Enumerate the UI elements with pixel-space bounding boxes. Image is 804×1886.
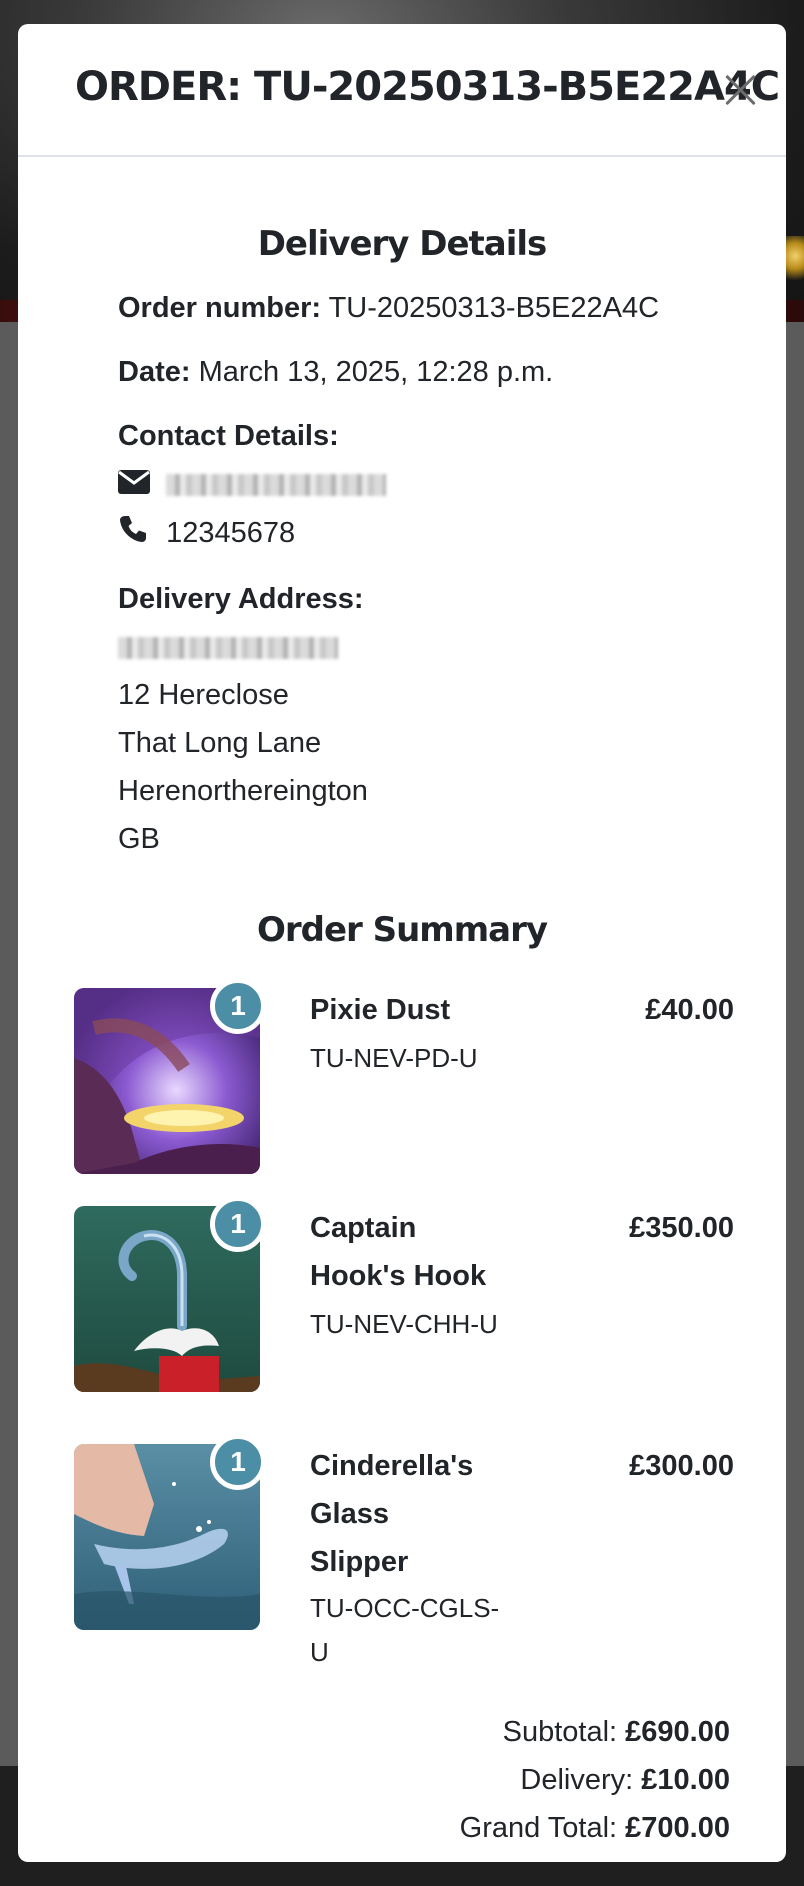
date-value: March 13, 2025, 12:28 p.m. [198,356,554,388]
order-totals: Subtotal: £690.00 Delivery: £10.00 Grand… [460,1708,730,1852]
contact-details-label: Contact Details: [118,420,339,452]
delivery-label: Delivery: [520,1764,634,1796]
grand-total-row: Grand Total: £700.00 [460,1804,730,1852]
address-line: That Long Lane [118,726,322,759]
email-row [118,460,659,509]
order-number-value: TU-20250313-B5E22A4C [328,292,660,324]
order-summary-heading: Order Summary [256,910,548,950]
address-line: Herenorthereington [118,774,368,807]
email-redacted [166,474,387,497]
address-line: 12 Hereclose [118,678,289,711]
delivery-row: Delivery: £10.00 [460,1756,730,1804]
item-sku: TU-NEV-PD-U [310,1043,478,1073]
order-number-label: Order number: [118,292,322,324]
delivery-value: £10.00 [641,1764,730,1796]
quantity-badge: 1 [210,1434,266,1490]
item-name: Captain Hook's Hook [310,1212,487,1292]
phone-value: 12345678 [166,517,296,550]
envelope-icon [118,461,150,509]
address-line: GB [118,822,160,855]
order-item: 1 Pixie Dust TU-NEV-PD-U £40.00 [74,978,734,1178]
item-price: £350.00 [629,1212,734,1244]
item-name: Cinderella's Glass Slipper [310,1450,474,1578]
delivery-address-label: Delivery Address: [118,582,364,615]
delivery-details: Order number: TU-20250313-B5E22A4C Date:… [118,284,659,863]
close-icon[interactable] [720,68,760,108]
order-item: 1 Cinderella's Glass Slipper TU-OCC-CGLS… [74,1434,734,1684]
grand-total-label: Grand Total: [459,1812,618,1844]
item-name: Pixie Dust [310,994,451,1026]
subtotal-label: Subtotal: [502,1716,618,1748]
order-number-row: Order number: TU-20250313-B5E22A4C [118,284,659,332]
modal-title: ORDER: TU-20250313-B5E22A4C [75,64,780,110]
modal-header: ORDER: TU-20250313-B5E22A4C [18,24,786,157]
address-name-redacted [118,637,338,660]
date-row: Date: March 13, 2025, 12:28 p.m. [118,348,659,396]
item-sku: TU-NEV-CHH-U [310,1309,498,1339]
date-label: Date: [118,356,191,388]
item-price: £40.00 [645,994,734,1026]
phone-row: 12345678 [118,509,659,558]
address-name-redacted-row [118,623,659,671]
delivery-details-heading: Delivery Details [257,224,548,264]
item-price: £300.00 [629,1450,734,1482]
subtotal-row: Subtotal: £690.00 [460,1708,730,1756]
phone-icon [118,511,150,559]
grand-total-value: £700.00 [625,1812,730,1844]
quantity-badge: 1 [210,978,266,1034]
quantity-badge: 1 [210,1196,266,1252]
subtotal-value: £690.00 [625,1716,730,1748]
order-item: 1 Captain Hook's Hook TU-NEV-CHH-U £350.… [74,1196,734,1406]
order-modal: ORDER: TU-20250313-B5E22A4C Delivery Det… [18,24,786,1862]
item-sku: TU-OCC-CGLS-U [310,1593,500,1667]
